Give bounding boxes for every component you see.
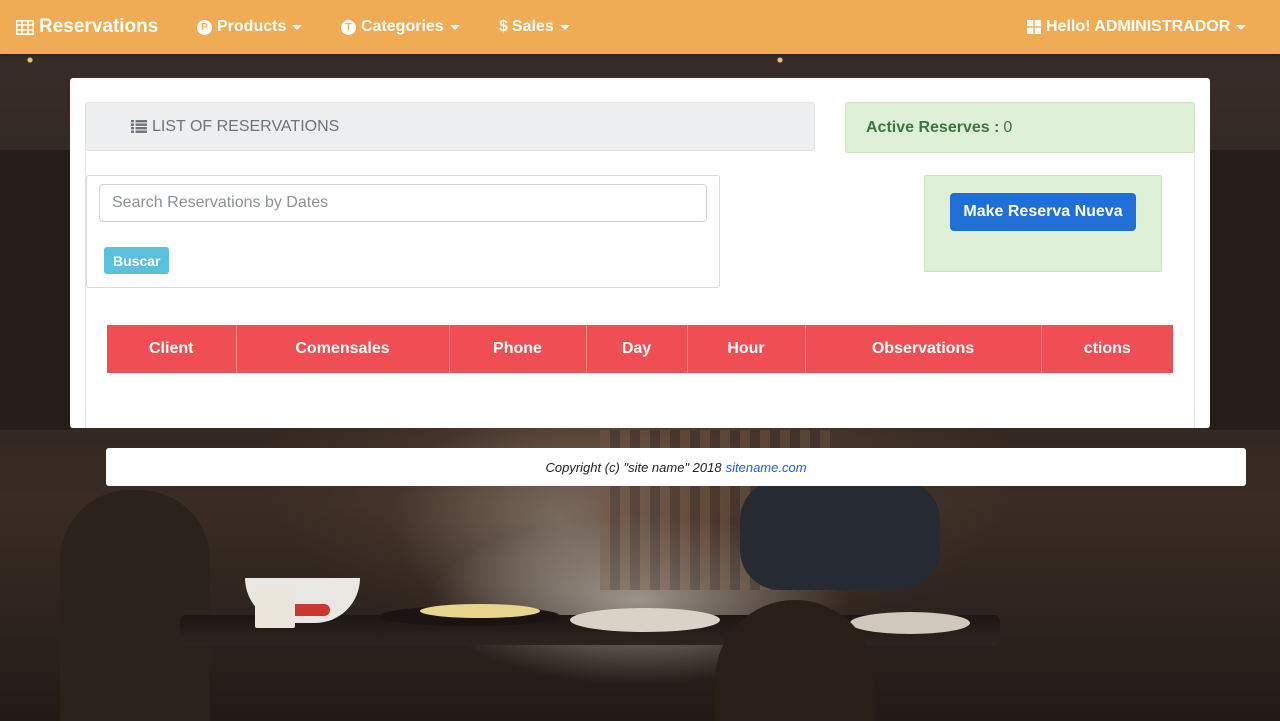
- user-menu-label: Hello! ADMINISTRADOR: [1046, 18, 1231, 35]
- search-panel: Buscar: [86, 175, 720, 288]
- windows-icon: [1027, 20, 1041, 34]
- list-header: LIST OF RESERVATIONS: [85, 102, 815, 151]
- nav-sales-label: Sales: [511, 18, 554, 35]
- column-header-actions: ctions: [1083, 340, 1131, 357]
- active-reserves-box: Active Reserves : 0: [845, 102, 1195, 153]
- table-header-row: Client Comensales Phone Day Hour Observa…: [107, 325, 1173, 373]
- user-menu[interactable]: Hello! ADMINISTRADOR: [1027, 0, 1247, 54]
- make-reservation-button[interactable]: Make Reserva Nueva: [950, 193, 1136, 231]
- chevron-down-icon: [292, 24, 303, 30]
- new-reservation-panel: Make Reserva Nueva: [924, 175, 1162, 272]
- footer-copyright: Copyright (c) "site name" 2018: [545, 459, 722, 475]
- categories-icon: T: [341, 19, 356, 35]
- nav-categories[interactable]: T Categories: [341, 0, 460, 54]
- column-header-observations: Observations: [805, 325, 1042, 373]
- table-grid-icon: [16, 19, 34, 35]
- dollar-icon: $: [499, 18, 508, 35]
- active-reserves-label: Active Reserves :: [866, 118, 1000, 136]
- top-navbar: Reservations P Products T Categories $ S…: [0, 0, 1280, 54]
- column-header-client: Client: [107, 325, 237, 373]
- list-icon: [131, 120, 147, 133]
- list-title: LIST OF RESERVATIONS: [152, 117, 340, 135]
- chevron-down-icon: [449, 24, 460, 30]
- chevron-down-icon: [1236, 24, 1247, 30]
- search-input[interactable]: [99, 184, 707, 222]
- column-header-hour: Hour: [687, 325, 806, 373]
- search-button[interactable]: Buscar: [104, 247, 170, 274]
- products-p-icon: P: [197, 19, 212, 35]
- column-header-comensales: Comensales: [236, 325, 450, 373]
- reservations-table: Client Comensales Phone Day Hour Observa…: [107, 325, 1173, 373]
- reservations-card: LIST OF RESERVATIONS Active Reserves : 0…: [70, 78, 1210, 428]
- nav-products-label: Products: [217, 18, 287, 35]
- brand-link[interactable]: Reservations: [16, 0, 158, 54]
- footer: Copyright (c) "site name" 2018 sitename.…: [106, 448, 1246, 486]
- nav-categories-label: Categories: [361, 18, 444, 35]
- footer-site-link[interactable]: sitename.com: [726, 460, 807, 475]
- column-header-phone: Phone: [449, 325, 587, 373]
- chevron-down-icon: [559, 24, 570, 30]
- column-header-day: Day: [586, 325, 688, 373]
- brand-label: Reservations: [39, 16, 159, 37]
- nav-sales[interactable]: $ Sales: [499, 0, 570, 54]
- nav-products[interactable]: P Products: [197, 0, 303, 54]
- active-reserves-count: 0: [1003, 118, 1013, 136]
